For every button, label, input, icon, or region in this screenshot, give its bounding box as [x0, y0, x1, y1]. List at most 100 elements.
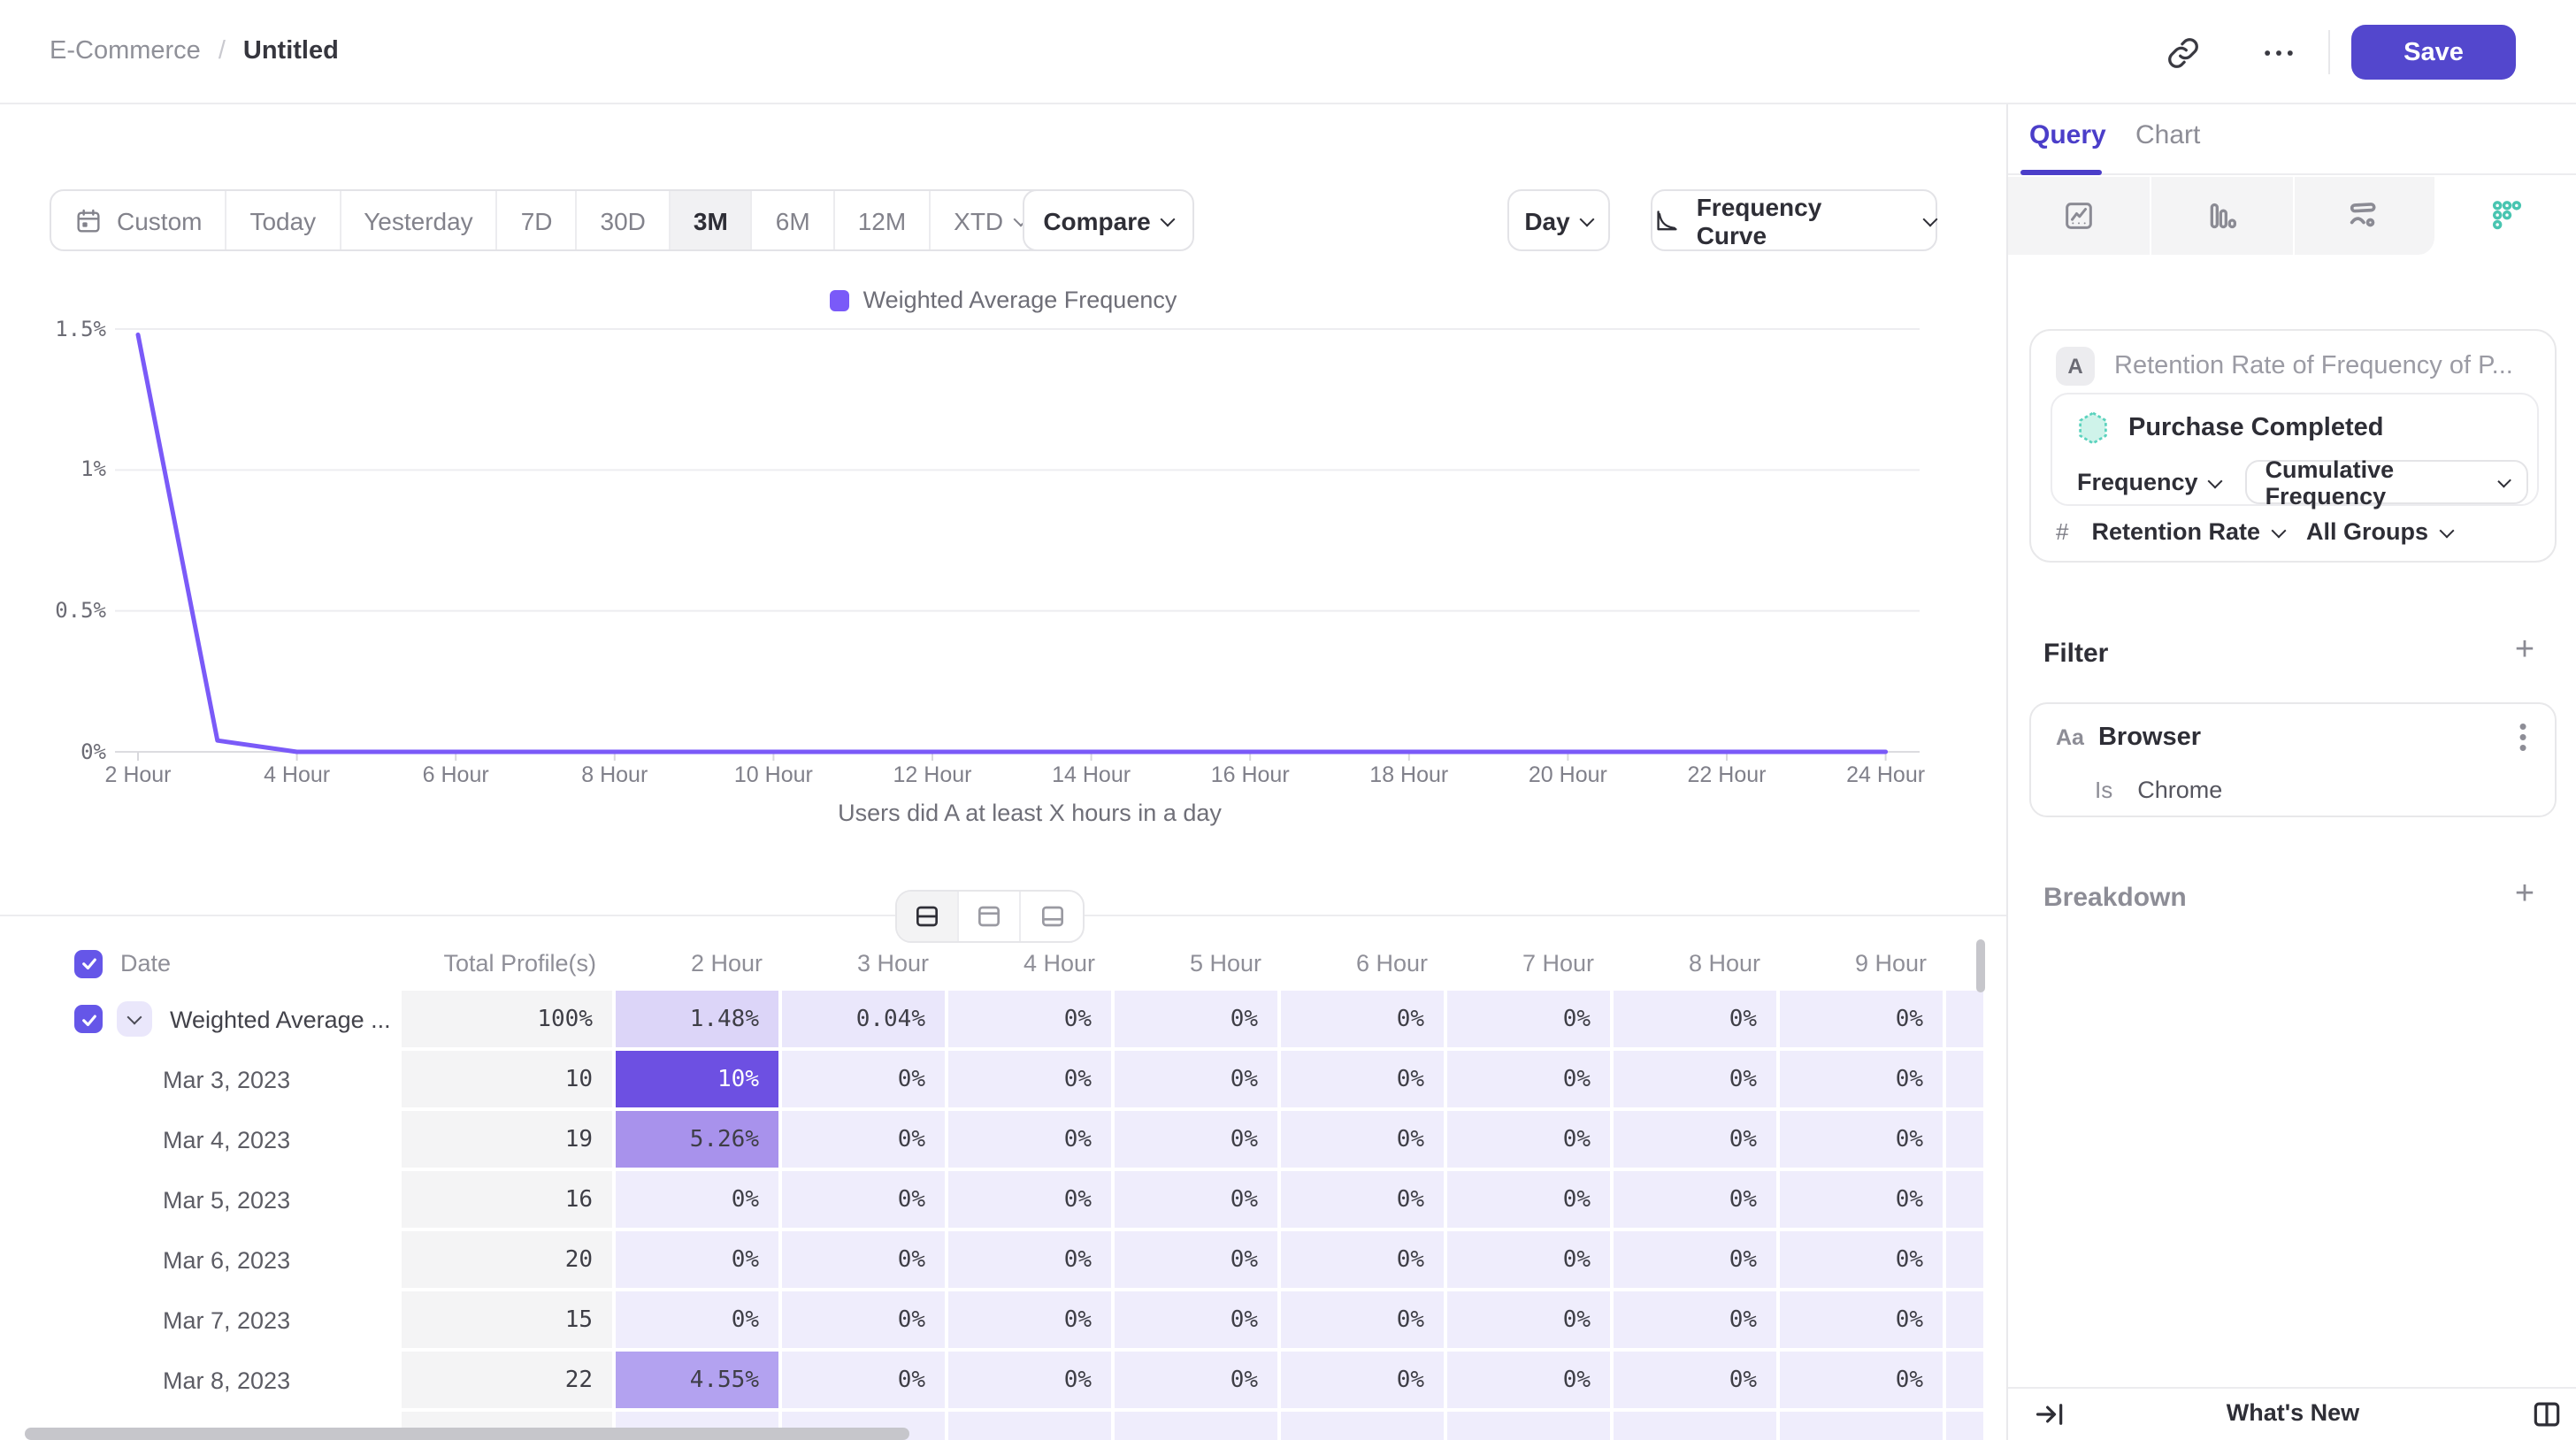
cell-value: 4.55% [616, 1352, 782, 1412]
app-root: E-Commerce / Untitled Save CustomTodayYe… [0, 0, 2576, 1440]
query-series-card: A Retention Rate of Frequency of P... Pu… [2029, 329, 2557, 563]
filter-card: Aa Browser ••• Is Chrome [2029, 702, 2557, 817]
series-title-row: A Retention Rate of Frequency of P... [2056, 345, 2534, 387]
cell-value: 0% [948, 1171, 1115, 1231]
range-6m[interactable]: 6M [753, 191, 835, 249]
cell-value: 0% [1614, 1111, 1780, 1171]
range-30d[interactable]: 30D [578, 191, 671, 249]
header-hour: 5 Hour [1115, 936, 1281, 991]
cell-value: 0% [1115, 1352, 1281, 1412]
calendar-icon [74, 206, 103, 234]
whats-new-link[interactable]: What's New [2008, 1399, 2576, 1426]
series-title-input[interactable]: Retention Rate of Frequency of P... [2114, 352, 2513, 380]
range-3m[interactable]: 3M [671, 191, 753, 249]
cell-value: 0% [782, 1171, 948, 1231]
chevron-down-icon [1580, 211, 1595, 226]
x-tick-label: 12 Hour [893, 762, 972, 787]
header-hour: 7 Hour [1447, 936, 1614, 991]
groups-dropdown[interactable]: All Groups [2306, 518, 2451, 545]
retention-grid-icon[interactable] [2437, 177, 2576, 255]
cell-total: 100% [402, 991, 616, 1051]
cell-value: 0% [1946, 1111, 1983, 1171]
cell-value: 0% [1946, 1291, 1983, 1352]
frequency-dropdown[interactable]: Frequency [2068, 469, 2230, 495]
cell-value [1780, 1412, 1946, 1440]
panel-bottom-icon[interactable] [1021, 892, 1083, 941]
filter-heading: Filter [2043, 639, 2108, 669]
flows-icon[interactable] [2294, 177, 2437, 255]
split-panel-icon[interactable] [2530, 1398, 2564, 1431]
ellipsis-icon[interactable] [2259, 34, 2298, 73]
frequency-type-dropdown[interactable]: Cumulative Frequency [2246, 460, 2528, 504]
row-checkbox[interactable] [74, 1005, 103, 1033]
series-line [138, 334, 1886, 752]
horizontal-scrollbar[interactable] [25, 1428, 909, 1440]
chart-view-label: Frequency Curve [1697, 192, 1897, 249]
select-all-checkbox[interactable] [74, 949, 103, 977]
series-badge[interactable]: A [2056, 347, 2095, 386]
tab-query[interactable]: Query [2029, 120, 2106, 150]
panel-top-icon[interactable] [959, 892, 1021, 941]
range-12m[interactable]: 12M [835, 191, 931, 249]
header-hour: 8 Hour [1614, 936, 1780, 991]
cell-value: 0% [1447, 1051, 1614, 1111]
cell-value: 0% [1946, 1171, 1983, 1231]
range-custom[interactable]: Custom [51, 191, 226, 249]
filter-condition-row[interactable]: Is Chrome [2095, 777, 2222, 803]
cell-value: 0% [1115, 1111, 1281, 1171]
event-name: Purchase Completed [2128, 414, 2384, 442]
bar-chart-icon[interactable] [2151, 177, 2295, 255]
x-tick-label: 10 Hour [734, 762, 813, 787]
measure-dropdown[interactable]: Retention Rate [2091, 518, 2283, 545]
cell-date: Mar 7, 2023 [44, 1291, 402, 1352]
header-hour: 6 Hour [1281, 936, 1447, 991]
cell-value: 0% [1780, 1171, 1946, 1231]
x-tick-label: 16 Hour [1211, 762, 1290, 787]
breadcrumb-project[interactable]: E-Commerce [50, 37, 201, 65]
cell-total: 22 [402, 1352, 616, 1412]
cell-total: 15 [402, 1291, 616, 1352]
tab-chart[interactable]: Chart [2135, 120, 2200, 150]
query-panel: Query Chart A Retention Rate of Frequenc… [2006, 104, 2576, 1440]
chart-view-dropdown[interactable]: Frequency Curve [1651, 189, 1937, 251]
range-yesterday[interactable]: Yesterday [341, 191, 498, 249]
x-tick-label: 18 Hour [1369, 762, 1448, 787]
chart-legend: Weighted Average Frequency [0, 287, 2006, 313]
table-body: Weighted Average ...100%1.48%0.04%0%0%0%… [44, 991, 1983, 1440]
frequency-row: Frequency Cumulative Frequency [2068, 460, 2528, 504]
cell-date: Mar 4, 2023 [44, 1111, 402, 1171]
kebab-icon[interactable]: ••• [2512, 722, 2534, 754]
filter-property-row[interactable]: Aa Browser [2056, 718, 2534, 757]
filter-operator: Is [2095, 777, 2112, 803]
legend-item[interactable]: Weighted Average Frequency [830, 287, 1177, 313]
expand-row-button[interactable] [117, 1001, 152, 1037]
save-button[interactable]: Save [2351, 25, 2516, 80]
cell-date: Mar 8, 2023 [44, 1352, 402, 1412]
cell-value: 0% [1115, 991, 1281, 1051]
x-tick-label: 8 Hour [581, 762, 648, 787]
cell-value: 0% [1447, 1171, 1614, 1231]
cell-value: 0% [1115, 1051, 1281, 1111]
chart-type-row [2008, 177, 2576, 255]
split-horizontal-icon[interactable] [897, 892, 959, 941]
line-chart-icon[interactable] [2008, 177, 2151, 255]
cell-value [1946, 1412, 1983, 1440]
granularity-dropdown[interactable]: Day [1507, 189, 1610, 251]
check-icon [79, 1009, 98, 1029]
link-icon[interactable] [2164, 34, 2203, 73]
header-hour: 9 Hour [1780, 936, 1946, 991]
add-filter-button[interactable]: + [2509, 637, 2541, 669]
add-breakdown-button[interactable]: + [2509, 881, 2541, 913]
layout-toggle-group [895, 890, 1085, 943]
range-today[interactable]: Today [226, 191, 341, 249]
cell-value: 0% [1780, 1291, 1946, 1352]
compare-button[interactable]: Compare [1023, 189, 1194, 251]
cell-value: 0% [1614, 1171, 1780, 1231]
x-tick-label: 14 Hour [1052, 762, 1131, 787]
x-axis-ticks: 2 Hour4 Hour6 Hour8 Hour10 Hour12 Hour14… [0, 762, 2006, 791]
range-7d[interactable]: 7D [498, 191, 578, 249]
vertical-scrollbar[interactable] [1976, 939, 1985, 992]
report-title[interactable]: Untitled [243, 37, 339, 65]
x-tick-label: 24 Hour [1846, 762, 1925, 787]
event-row[interactable]: Purchase Completed [2077, 410, 2384, 446]
